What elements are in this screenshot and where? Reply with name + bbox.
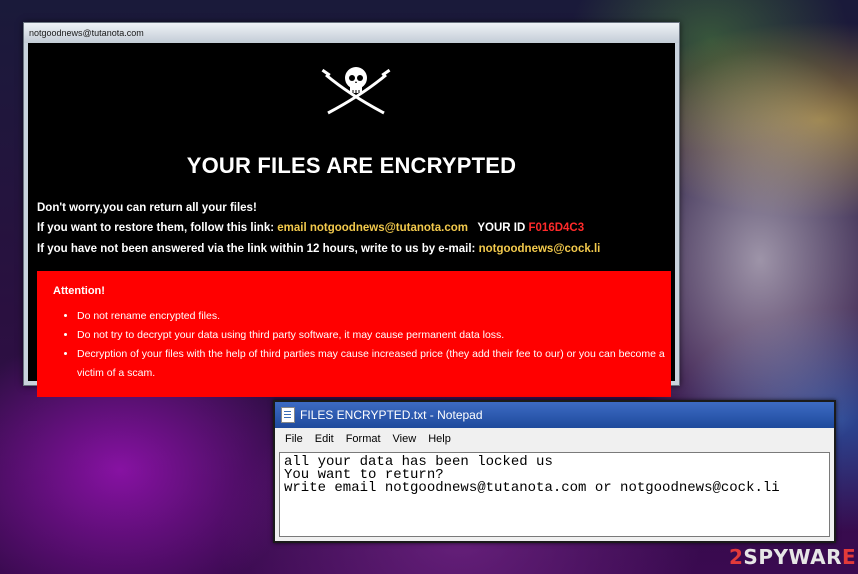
skull-crossbones-icon [321, 67, 391, 115]
victim-id-value: F016D4C3 [528, 222, 585, 234]
victim-id-label: YOUR ID [477, 222, 526, 234]
menu-view[interactable]: View [387, 428, 423, 450]
menu-file[interactable]: File [279, 428, 309, 450]
watermark-text: SPYWAR [743, 545, 843, 569]
attention-item: Do not rename encrypted files. [77, 307, 671, 326]
attention-list: Do not rename encrypted files. Do not tr… [55, 307, 671, 383]
reassurance-line: Don't worry,you can return all your file… [37, 202, 257, 214]
notepad-menubar: File Edit Format View Help [275, 428, 834, 450]
restore-email-link[interactable]: email notgoodnews@tutanota.com [277, 222, 468, 234]
watermark-end: E [842, 545, 857, 569]
watermark-digit: 2 [729, 545, 744, 569]
menu-help[interactable]: Help [422, 428, 457, 450]
contact-prefix: If you have not been answered via the li… [37, 243, 476, 255]
page-title: YOUR FILES ARE ENCRYPTED [186, 153, 517, 178]
menu-edit[interactable]: Edit [309, 428, 340, 450]
text-line: write email notgoodnews@tutanota.com or … [284, 480, 780, 496]
notepad-title: FILES ENCRYPTED.txt - Notepad [300, 408, 483, 422]
ransom-note-body: YOUR FILES ARE ENCRYPTED Don't worry,you… [28, 43, 675, 397]
notepad-window: FILES ENCRYPTED.txt - Notepad File Edit … [273, 400, 836, 543]
contact-email: notgoodnews@cock.li [478, 243, 601, 255]
window-titlebar[interactable]: notgoodnews@tutanota.com [24, 23, 679, 43]
attention-title: Attention! [53, 285, 105, 297]
ransom-note-window: notgoodnews@tutanota.com YOUR FILES ARE … [23, 22, 680, 397]
attention-box: Attention! Do not rename encrypted files… [37, 271, 671, 397]
notepad-text-area[interactable]: all your data has been locked us You want… [279, 452, 830, 537]
watermark-logo: 2SPYWARE [729, 545, 856, 569]
restore-prefix: If you want to restore them, follow this… [37, 222, 275, 234]
contact-line: If you have not been answered via the li… [37, 243, 600, 255]
attention-item: Do not try to decrypt your data using th… [77, 326, 671, 345]
notepad-titlebar[interactable]: FILES ENCRYPTED.txt - Notepad [275, 402, 834, 428]
restore-line: If you want to restore them, follow this… [37, 222, 584, 234]
attention-item: Decryption of your files with the help o… [77, 345, 671, 383]
menu-format[interactable]: Format [340, 428, 387, 450]
notepad-icon [281, 407, 295, 423]
